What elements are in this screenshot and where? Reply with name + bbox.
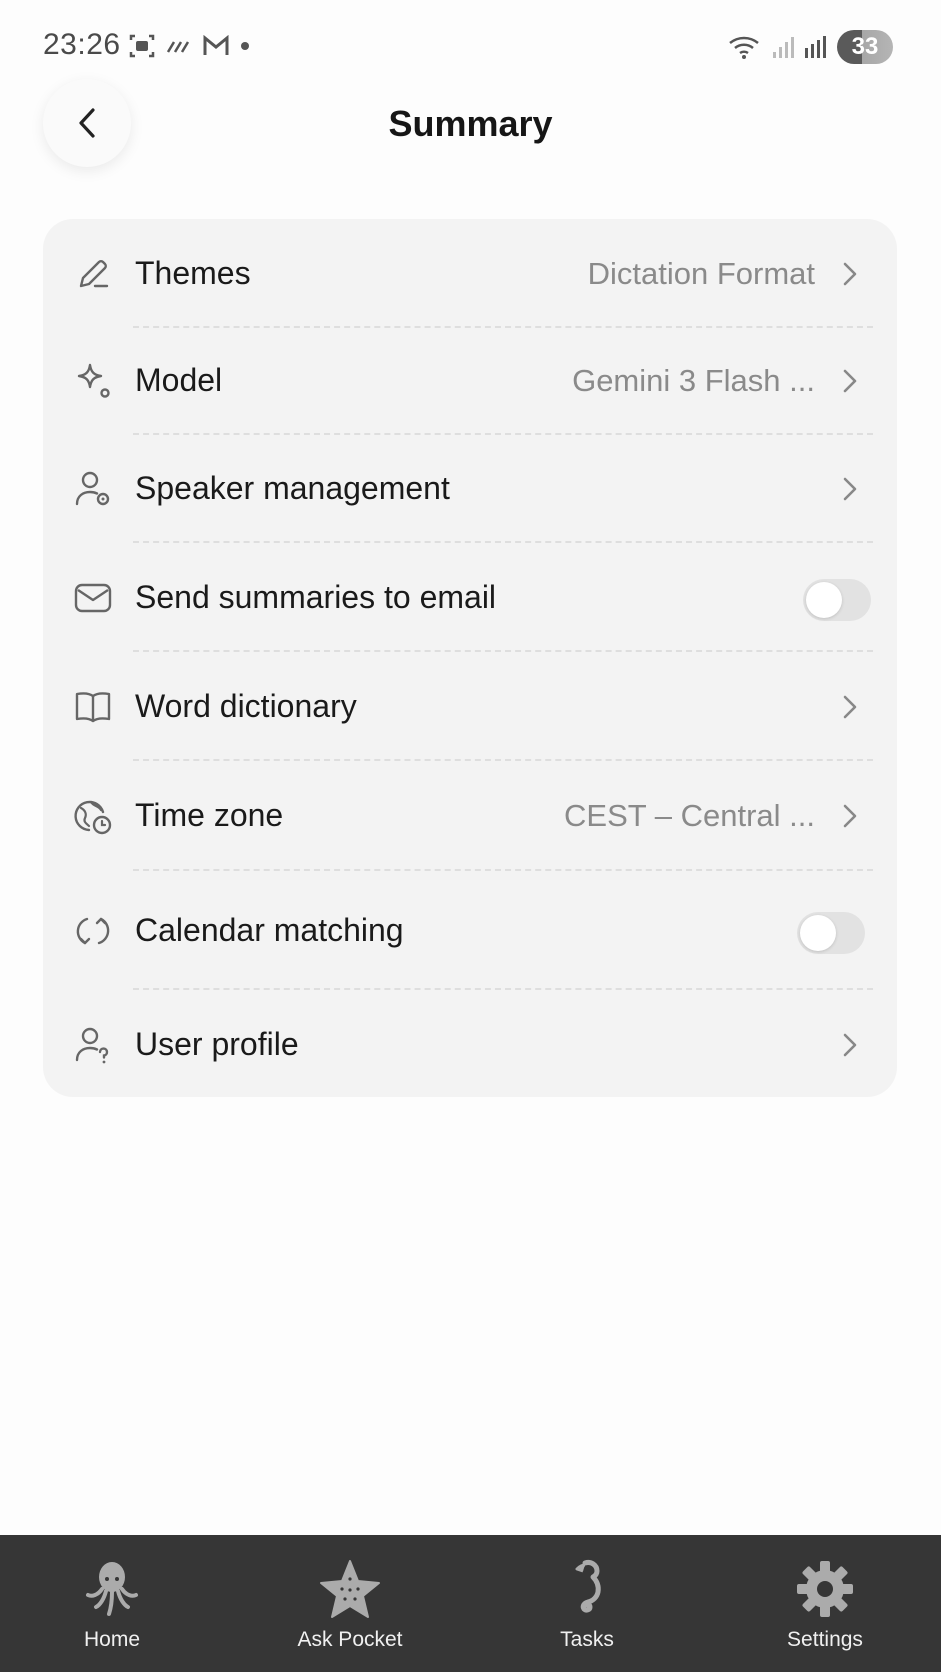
system-status: 33 bbox=[727, 30, 893, 64]
octopus-icon bbox=[86, 1562, 138, 1616]
row-divider bbox=[133, 869, 873, 871]
screenshot-icon bbox=[129, 34, 155, 58]
user-gear-icon bbox=[75, 471, 110, 506]
setting-label: Time zone bbox=[135, 797, 284, 833]
setting-label: User profile bbox=[135, 1026, 299, 1062]
setting-label: Themes bbox=[135, 255, 251, 291]
setting-row-calendar-matching: Calendar matching bbox=[43, 881, 897, 981]
nav-item-settings[interactable]: Settings bbox=[725, 1535, 925, 1672]
globe-clock-icon bbox=[74, 800, 112, 835]
row-divider bbox=[133, 988, 873, 990]
cell-signal-roaming-icon bbox=[805, 36, 826, 58]
seahorse-icon bbox=[575, 1560, 601, 1613]
setting-label: Model bbox=[135, 362, 223, 398]
nav-label: Home bbox=[83, 1628, 141, 1651]
toggle-knob bbox=[806, 582, 842, 618]
gmail-icon bbox=[203, 35, 229, 55]
sparkle-icon bbox=[77, 363, 110, 398]
starfish-icon bbox=[320, 1560, 380, 1618]
user-question-icon bbox=[75, 1027, 109, 1064]
toggle-knob bbox=[800, 915, 836, 951]
nav-item-ask-pocket[interactable]: Ask Pocket bbox=[250, 1535, 450, 1672]
chevron-right-icon bbox=[843, 262, 857, 286]
pencil-icon bbox=[79, 260, 109, 288]
setting-value: Gemini 3 Flash ... bbox=[572, 363, 815, 398]
status-time: 23:26 bbox=[43, 28, 121, 61]
nav-label: Ask Pocket bbox=[297, 1628, 403, 1651]
setting-value: Dictation Format bbox=[587, 256, 815, 291]
nav-item-tasks[interactable]: Tasks bbox=[487, 1535, 687, 1672]
row-divider bbox=[133, 650, 873, 652]
book-icon bbox=[75, 692, 111, 723]
setting-label: Speaker management bbox=[135, 470, 450, 506]
status-bar: 23:26 33 bbox=[0, 0, 941, 96]
summary-settings-card: Themes Dictation Format Model Gemini 3 F… bbox=[43, 219, 897, 1097]
calendar-matching-toggle[interactable] bbox=[797, 912, 865, 954]
chevron-right-icon bbox=[843, 477, 857, 501]
row-divider bbox=[133, 326, 873, 328]
setting-row-model[interactable]: Model Gemini 3 Flash ... bbox=[43, 331, 897, 431]
nav-label: Settings bbox=[787, 1628, 863, 1651]
setting-row-word-dictionary[interactable]: Word dictionary bbox=[43, 657, 897, 757]
send-summaries-email-toggle[interactable] bbox=[803, 579, 871, 621]
setting-row-time-zone[interactable]: Time zone CEST – Central ... bbox=[43, 766, 897, 866]
chevron-right-icon bbox=[843, 695, 857, 719]
sync-icon bbox=[76, 917, 110, 945]
page-title: Summary bbox=[388, 103, 553, 144]
setting-row-send-summaries-email: Send summaries to email bbox=[43, 548, 897, 648]
notification-icons bbox=[128, 32, 250, 60]
nav-label: Tasks bbox=[560, 1628, 614, 1651]
dot-icon bbox=[241, 42, 249, 50]
setting-row-themes[interactable]: Themes Dictation Format bbox=[43, 224, 897, 324]
wifi-icon bbox=[729, 36, 759, 59]
chevron-right-icon bbox=[843, 369, 857, 393]
nav-item-home[interactable]: Home bbox=[12, 1535, 212, 1672]
chevron-right-icon bbox=[843, 804, 857, 828]
cell-signal-weak-icon bbox=[773, 37, 794, 58]
setting-value: CEST – Central ... bbox=[564, 798, 815, 833]
summary-screen: 23:26 33 Summary Themes Dictation Format… bbox=[0, 0, 941, 1672]
bottom-navigation: Home Ask Pocket Tasks Settings bbox=[0, 1535, 941, 1672]
chevron-right-icon bbox=[843, 1033, 857, 1057]
envelope-icon bbox=[74, 583, 112, 613]
row-divider bbox=[133, 433, 873, 435]
setting-label: Calendar matching bbox=[135, 912, 404, 948]
setting-row-user-profile[interactable]: User profile bbox=[43, 995, 897, 1095]
row-divider bbox=[133, 541, 873, 543]
battery-indicator: 33 bbox=[837, 30, 893, 64]
setting-label: Word dictionary bbox=[135, 688, 357, 724]
setting-row-speaker-management[interactable]: Speaker management bbox=[43, 439, 897, 539]
setting-label: Send summaries to email bbox=[135, 579, 497, 615]
row-divider bbox=[133, 759, 873, 761]
gear-icon bbox=[797, 1561, 853, 1617]
signal-lines-icon bbox=[166, 41, 190, 53]
